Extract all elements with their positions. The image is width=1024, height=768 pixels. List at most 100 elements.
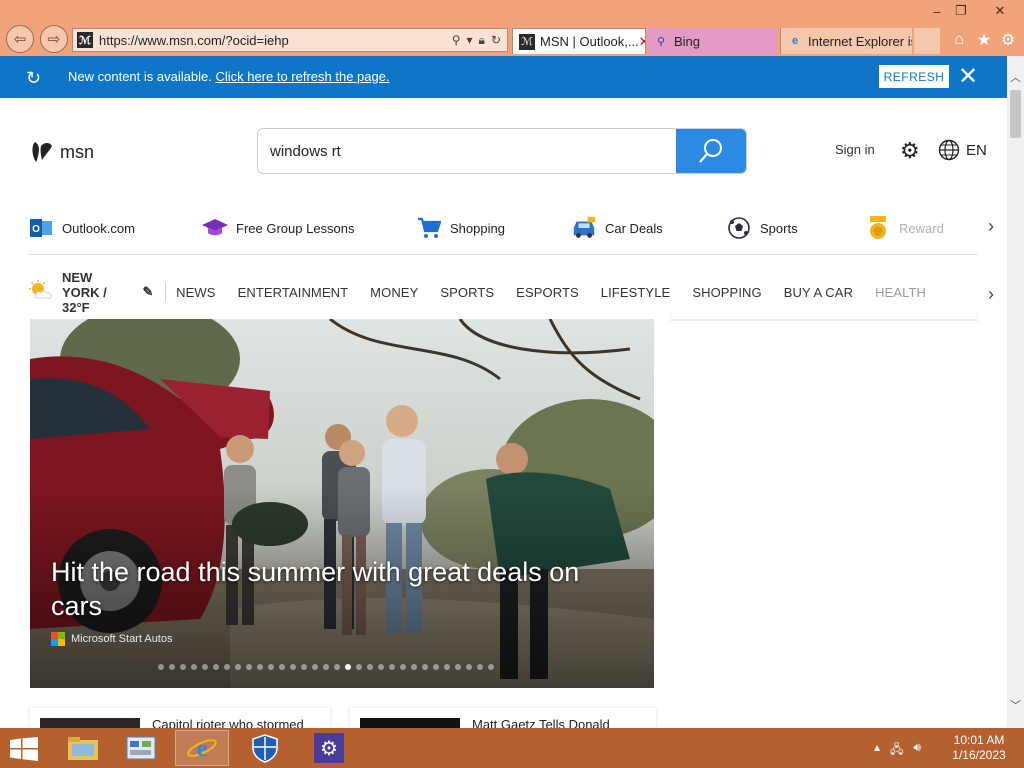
nav-health[interactable]: HEALTH xyxy=(875,285,926,300)
nav-lifestyle[interactable]: LIFESTYLE xyxy=(601,285,671,300)
taskbar-clock[interactable]: 10:01 AM 1/16/2023 xyxy=(944,733,1014,763)
reload-icon[interactable]: ↻ xyxy=(491,33,501,48)
nav-money[interactable]: MONEY xyxy=(370,285,418,300)
carousel-dot[interactable] xyxy=(224,664,230,670)
carousel-dot[interactable] xyxy=(433,664,439,670)
carousel-dot[interactable] xyxy=(202,664,208,670)
search-button[interactable] xyxy=(676,129,746,173)
show-hidden-icons[interactable]: ▴ xyxy=(874,740,880,761)
carousel-dot[interactable] xyxy=(290,664,296,670)
svg-text:e: e xyxy=(197,736,208,762)
carousel-dot[interactable] xyxy=(367,664,373,670)
refresh-link[interactable]: Click here to refresh the page. xyxy=(215,69,389,84)
carousel-dot[interactable] xyxy=(466,664,472,670)
search-input[interactable]: windows rt xyxy=(258,129,676,173)
shield-icon xyxy=(252,734,278,763)
search-box[interactable]: windows rt xyxy=(257,128,747,174)
carousel-dot[interactable] xyxy=(411,664,417,670)
carousel-dot[interactable] xyxy=(334,664,340,670)
taskbar-windows-defender[interactable] xyxy=(238,730,292,766)
quick-link-rewards[interactable]: Reward xyxy=(865,212,944,244)
restore-button[interactable]: ❐ xyxy=(944,0,978,22)
refresh-button[interactable]: REFRESH xyxy=(879,65,949,88)
carousel-dot[interactable] xyxy=(257,664,263,670)
lock-icon[interactable]: 🔒︎ xyxy=(479,33,485,48)
carousel-dot[interactable] xyxy=(389,664,395,670)
quick-links-next-icon[interactable]: › xyxy=(988,216,994,237)
scroll-up-icon[interactable]: ︿ xyxy=(1007,68,1024,85)
carousel-dot[interactable] xyxy=(422,664,428,670)
taskbar-control-panel[interactable] xyxy=(114,730,168,766)
address-bar[interactable]: ℳ https://www.msn.com/?ocid=iehp ⚲ ▾ 🔒︎ … xyxy=(72,28,508,52)
carousel-dot[interactable] xyxy=(191,664,197,670)
carousel-dot[interactable] xyxy=(345,664,351,670)
carousel-dot[interactable] xyxy=(455,664,461,670)
carousel-dot[interactable] xyxy=(400,664,406,670)
new-tab-button[interactable] xyxy=(914,28,940,54)
volume-icon[interactable]: 🔊︎ xyxy=(913,740,921,761)
carousel-dot[interactable] xyxy=(356,664,362,670)
settings-gear-icon[interactable]: ⚙ xyxy=(900,138,920,164)
quick-link-shopping[interactable]: Shopping xyxy=(416,212,505,244)
tools-gear-icon[interactable]: ⚙ xyxy=(997,30,1019,50)
quick-link-sports[interactable]: Sports xyxy=(726,212,798,244)
category-nav-next-icon[interactable]: › xyxy=(988,284,994,305)
quick-link-outlook[interactable]: O Outlook.com xyxy=(28,212,135,244)
nav-sports[interactable]: SPORTS xyxy=(440,285,494,300)
close-tab-icon[interactable]: ✕ xyxy=(639,34,645,50)
close-notification-icon[interactable]: ✕ xyxy=(958,62,978,91)
carousel-dot[interactable] xyxy=(180,664,186,670)
carousel-dot[interactable] xyxy=(312,664,318,670)
carousel-dot[interactable] xyxy=(279,664,285,670)
favorites-star-icon[interactable]: ★ xyxy=(973,30,995,50)
taskbar-internet-explorer[interactable]: e xyxy=(175,730,229,766)
home-icon[interactable]: ⌂ xyxy=(948,30,970,50)
hero-headline[interactable]: Hit the road this summer with great deal… xyxy=(51,555,631,623)
carousel-dot[interactable] xyxy=(246,664,252,670)
tab-msn[interactable]: ℳ MSN | Outlook,... ✕ xyxy=(512,28,646,54)
hero-carousel[interactable]: Hit the road this summer with great deal… xyxy=(30,319,654,688)
quick-link-group-lessons[interactable]: Free Group Lessons xyxy=(202,212,355,244)
carousel-dot[interactable] xyxy=(169,664,175,670)
back-button[interactable]: ⇦ xyxy=(6,25,34,53)
carousel-dot[interactable] xyxy=(488,664,494,670)
msn-logo[interactable]: msn xyxy=(30,138,94,166)
tab-internet-explorer[interactable]: e Internet Explorer is... xyxy=(780,28,912,54)
nav-shopping[interactable]: SHOPPING xyxy=(692,285,761,300)
tab-bing[interactable]: ⚲ Bing xyxy=(647,28,777,54)
search-icon[interactable]: ⚲ xyxy=(452,33,461,48)
network-icon[interactable]: 🖧︎ xyxy=(890,740,903,761)
page-scrollbar[interactable]: ︿ ﹀ xyxy=(1007,56,1024,728)
scroll-down-icon[interactable]: ﹀ xyxy=(1007,696,1024,713)
sign-in-link[interactable]: Sign in xyxy=(835,142,875,157)
carousel-dot[interactable] xyxy=(378,664,384,670)
close-window-button[interactable]: ✕ xyxy=(980,0,1020,22)
dropdown-icon[interactable]: ▾ xyxy=(467,33,473,48)
pencil-icon[interactable]: ✎ xyxy=(143,284,154,300)
taskbar: e ⚙ ▴ 🖧︎ 🔊︎ 10:01 AM 1/16/2023 xyxy=(0,728,1024,768)
scrollbar-thumb[interactable] xyxy=(1010,90,1021,138)
taskbar-file-explorer[interactable] xyxy=(56,730,110,766)
windows-start-icon[interactable] xyxy=(10,737,38,761)
nav-buy-a-car[interactable]: BUY A CAR xyxy=(784,285,853,300)
nav-esports[interactable]: ESPORTS xyxy=(516,285,579,300)
story-card[interactable]: Capitol rioter who stormed xyxy=(30,708,330,728)
carousel-dot[interactable] xyxy=(477,664,483,670)
quick-link-car-deals[interactable]: Car Deals xyxy=(571,212,663,244)
carousel-dot[interactable] xyxy=(323,664,329,670)
hero-source[interactable]: Microsoft Start Autos xyxy=(51,632,172,646)
nav-news[interactable]: NEWS xyxy=(176,285,215,300)
story-card[interactable]: Matt Gaetz Tells Donald xyxy=(350,708,656,728)
carousel-dot[interactable] xyxy=(213,664,219,670)
carousel-dot[interactable] xyxy=(444,664,450,670)
carousel-dot[interactable] xyxy=(158,664,164,670)
forward-button[interactable]: ⇨ xyxy=(40,25,68,53)
carousel-dot[interactable] xyxy=(301,664,307,670)
carousel-dot[interactable] xyxy=(235,664,241,670)
language-selector[interactable]: EN xyxy=(938,139,987,161)
address-url[interactable]: https://www.msn.com/?ocid=iehp xyxy=(99,33,452,48)
weather-widget[interactable]: NEW YORK / 32°F ✎ xyxy=(28,270,153,315)
nav-entertainment[interactable]: ENTERTAINMENT xyxy=(238,285,349,300)
taskbar-settings[interactable]: ⚙ xyxy=(302,730,356,766)
carousel-dot[interactable] xyxy=(268,664,274,670)
